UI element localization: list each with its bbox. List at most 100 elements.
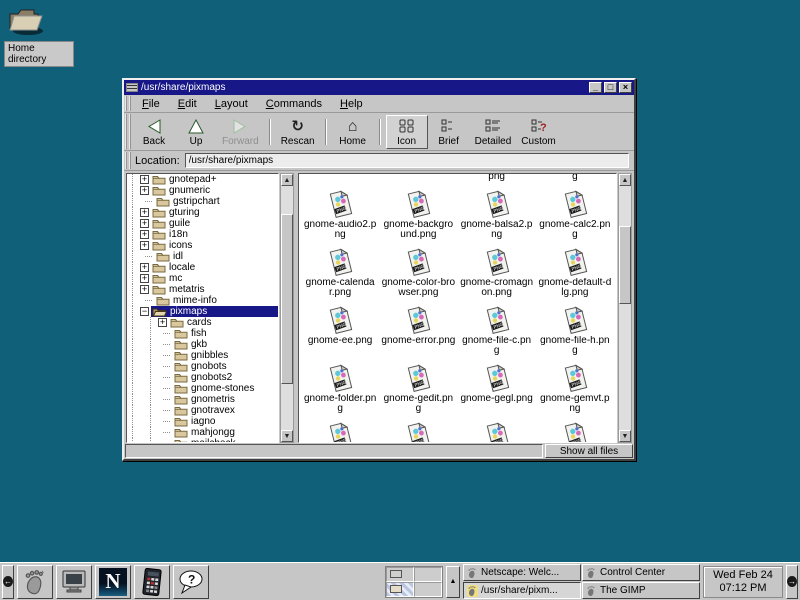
netscape-launcher[interactable]: N [95, 565, 131, 599]
file-item[interactable]: PNG [379, 420, 457, 443]
file-scroll-down-icon[interactable]: ▼ [619, 430, 631, 442]
titlebar[interactable]: /usr/share/pixmaps _ □ × [124, 80, 634, 95]
file-gnome-file-c.png[interactable]: PNGgnome-file-c.png [458, 304, 536, 362]
file-gnome-calc2.png[interactable]: PNGgnome-calc2.png [536, 188, 614, 246]
expand-icon[interactable]: + [140, 241, 149, 250]
tree-item-locale[interactable]: +locale [127, 262, 278, 273]
location-input[interactable] [185, 153, 629, 168]
task-button[interactable]: The GIMP [582, 582, 700, 599]
pager-desktop-3-active[interactable] [386, 582, 414, 597]
panel-hide-right-button[interactable]: → [786, 565, 798, 599]
home-directory-desktop-icon[interactable]: Home directory [4, 4, 74, 67]
tree-item-i18n[interactable]: +i18n [127, 229, 278, 240]
file-view-scrollbar[interactable]: ▲ ▼ [618, 173, 632, 443]
forward-button[interactable]: Forward [217, 115, 264, 149]
brief-button[interactable]: Brief [428, 115, 470, 149]
tree-item-mime-info[interactable]: mime-info [127, 295, 278, 306]
detailed-button[interactable]: Detailed [470, 115, 517, 149]
help-launcher[interactable]: ? [173, 565, 209, 599]
file-gnome-color-browser.png[interactable]: PNGgnome-color-browser.png [379, 246, 457, 304]
close-button[interactable]: × [619, 82, 632, 93]
tree-item-iagno[interactable]: iagno [127, 416, 278, 427]
tree-item-idl[interactable]: idl [127, 251, 278, 262]
tree-item-metatris[interactable]: +metatris [127, 284, 278, 295]
tree-item-gnumeric[interactable]: +gnumeric [127, 185, 278, 196]
custom-button[interactable]: ?Custom [516, 115, 560, 149]
file-emacs.png[interactable]: PNGemacs.png [301, 173, 379, 188]
toolbar-grip-handle[interactable] [125, 114, 131, 149]
file-gnome-calendar.png[interactable]: PNGgnome-calendar.png [301, 246, 379, 304]
file-gnome-gedit.png[interactable]: PNGgnome-gedit.png [379, 362, 457, 420]
expand-icon[interactable]: + [140, 230, 149, 239]
rescan-button[interactable]: ↻Rescan [276, 115, 320, 149]
menu-edit[interactable]: Edit [169, 96, 206, 112]
expand-icon[interactable]: + [140, 274, 149, 283]
file-item[interactable]: PNG [301, 420, 379, 443]
tree-item-icons[interactable]: +icons [127, 240, 278, 251]
tree-item-gnobots[interactable]: gnobots [127, 361, 278, 372]
tree-scrollbar-thumb[interactable] [281, 214, 293, 384]
expand-icon[interactable]: + [140, 263, 149, 272]
expand-icon[interactable]: + [140, 208, 149, 217]
minimize-button[interactable]: _ [589, 82, 602, 93]
tree-item-mahjongg[interactable]: mahjongg [127, 427, 278, 438]
tree-item-gnome-stones[interactable]: gnome-stones [127, 383, 278, 394]
file-gnome-cromagnon.png[interactable]: PNGgnome-cromagnon.png [458, 246, 536, 304]
task-button[interactable]: /usr/share/pixm... [463, 582, 581, 599]
maximize-button[interactable]: □ [604, 82, 617, 93]
file-gnome-balsa2.png[interactable]: PNGgnome-balsa2.png [458, 188, 536, 246]
back-button[interactable]: Back [133, 115, 175, 149]
tree-item-gnometris[interactable]: gnometris [127, 394, 278, 405]
tree-scroll-down-icon[interactable]: ▼ [281, 430, 293, 442]
file-scroll-up-icon[interactable]: ▲ [619, 174, 631, 186]
file-gnome-background.png[interactable]: PNGgnome-background.png [379, 188, 457, 246]
pager-desktop-4[interactable] [414, 582, 442, 597]
tree-item-gturing[interactable]: +gturing [127, 207, 278, 218]
expand-icon[interactable]: + [140, 219, 149, 228]
tree-item-gnotravex[interactable]: gnotravex [127, 405, 278, 416]
tree-item-gnotepad+[interactable]: +gnotepad+ [127, 174, 278, 185]
tree-item-pixmaps[interactable]: −pixmaps [127, 306, 278, 317]
file-gnome-aorta.png[interactable]: PNGgnome-aorta.png [536, 173, 614, 188]
task-button[interactable]: Control Center [582, 564, 700, 581]
file-item[interactable]: PNG [458, 420, 536, 443]
file-gnome-file-h.png[interactable]: PNGgnome-file-h.png [536, 304, 614, 362]
home-button[interactable]: ⌂Home [332, 115, 374, 149]
tree-item-fish[interactable]: fish [127, 328, 278, 339]
pager-desktop-1[interactable] [386, 567, 414, 582]
tree-item-cards[interactable]: +cards [127, 317, 278, 328]
tree-item-gnobots2[interactable]: gnobots2 [127, 372, 278, 383]
file-scrollbar-thumb[interactable] [619, 226, 631, 304]
menu-layout[interactable]: Layout [206, 96, 257, 112]
tree-item-gkb[interactable]: gkb [127, 339, 278, 350]
task-button[interactable]: Netscape: Welc... [463, 564, 581, 581]
desktop-pager[interactable] [385, 566, 443, 598]
file-gnome-default-dlg.png[interactable]: PNGgnome-default-dlg.png [536, 246, 614, 304]
file-gkb.xpm[interactable]: PNGgkb.xpm [379, 173, 457, 188]
panel-hide-left-button[interactable]: ← [2, 565, 14, 599]
file-gnome-folder.png[interactable]: PNGgnome-folder.png [301, 362, 379, 420]
expand-icon[interactable]: + [140, 186, 149, 195]
tree-scroll-up-icon[interactable]: ▲ [281, 174, 293, 186]
file-gnome-audio2.png[interactable]: PNGgnome-audio2.png [301, 188, 379, 246]
terminal-launcher[interactable] [56, 565, 92, 599]
menu-file[interactable]: File [133, 96, 169, 112]
menu-commands[interactable]: Commands [257, 96, 331, 112]
collapse-icon[interactable]: − [140, 307, 149, 316]
main-menu-button[interactable] [17, 565, 53, 599]
up-button[interactable]: Up [175, 115, 217, 149]
file-gnome-aisleriot.png[interactable]: PNGgnome-aisleriot.png [458, 173, 536, 188]
tree-item-gnibbles[interactable]: gnibbles [127, 350, 278, 361]
tree-scrollbar[interactable]: ▲ ▼ [280, 173, 294, 443]
tasklist-toggle-button[interactable]: ▲ [446, 566, 460, 598]
file-gnome-gegl.png[interactable]: PNGgnome-gegl.png [458, 362, 536, 420]
locationbar-grip-handle[interactable] [125, 152, 131, 169]
expand-icon[interactable]: + [140, 285, 149, 294]
calculator-launcher[interactable] [134, 565, 170, 599]
show-all-files-button[interactable]: Show all files [545, 444, 633, 458]
file-item[interactable]: PNG [536, 420, 614, 443]
expand-icon[interactable]: + [158, 318, 167, 327]
file-gnome-ee.png[interactable]: PNGgnome-ee.png [301, 304, 379, 362]
pager-desktop-2[interactable] [414, 567, 442, 582]
menubar-grip-handle[interactable] [125, 96, 131, 111]
